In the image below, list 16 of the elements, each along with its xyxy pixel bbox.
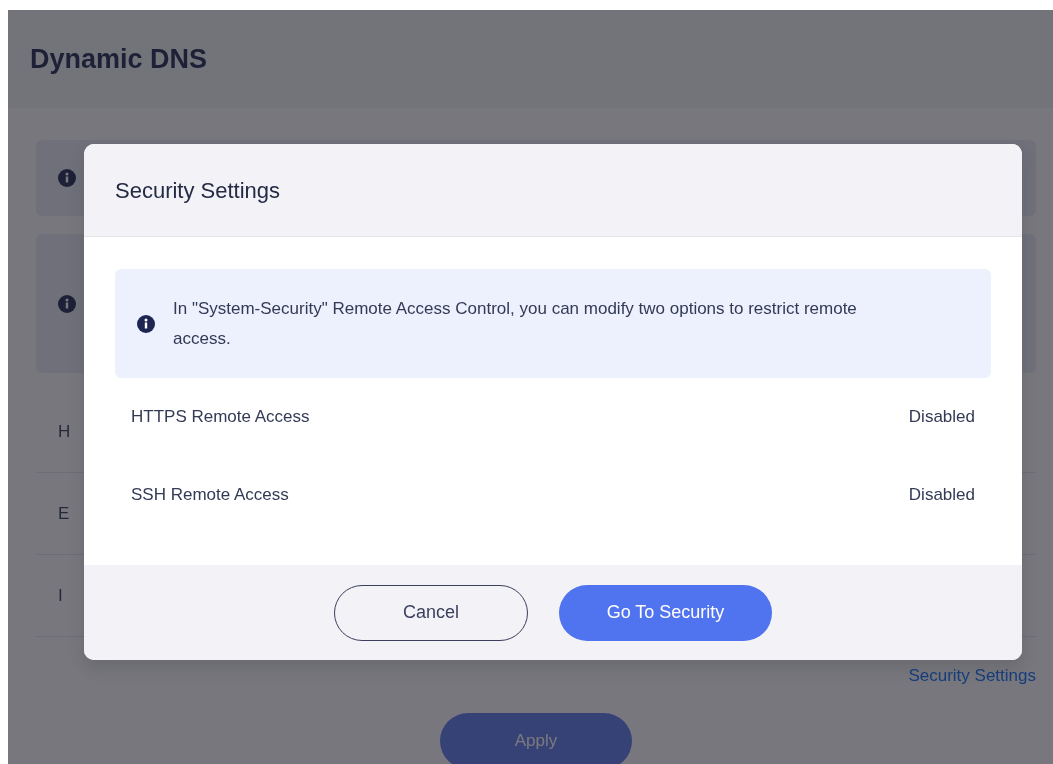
info-icon xyxy=(58,294,76,313)
info-icon xyxy=(58,169,76,187)
setting-value: Disabled xyxy=(908,406,975,429)
apply-button[interactable]: Apply xyxy=(440,712,632,764)
dialog-title: Security Settings xyxy=(115,176,281,205)
info-icon xyxy=(137,314,155,333)
setting-label: HTTPS Remote Access xyxy=(131,406,310,429)
setting-value: Disabled xyxy=(908,484,975,507)
field-label: E xyxy=(58,502,70,525)
page-title: Dynamic DNS xyxy=(30,42,208,76)
field-label: I xyxy=(58,584,63,607)
security-settings-link[interactable]: Security Settings xyxy=(908,666,1036,685)
go-to-security-button[interactable]: Go To Security xyxy=(559,584,772,641)
setting-label: SSH Remote Access xyxy=(131,484,289,507)
info-message: In "System-Security" Remote Access Control, you can modify two options to restrict remote access. xyxy=(173,297,858,350)
field-label: H xyxy=(58,420,71,443)
